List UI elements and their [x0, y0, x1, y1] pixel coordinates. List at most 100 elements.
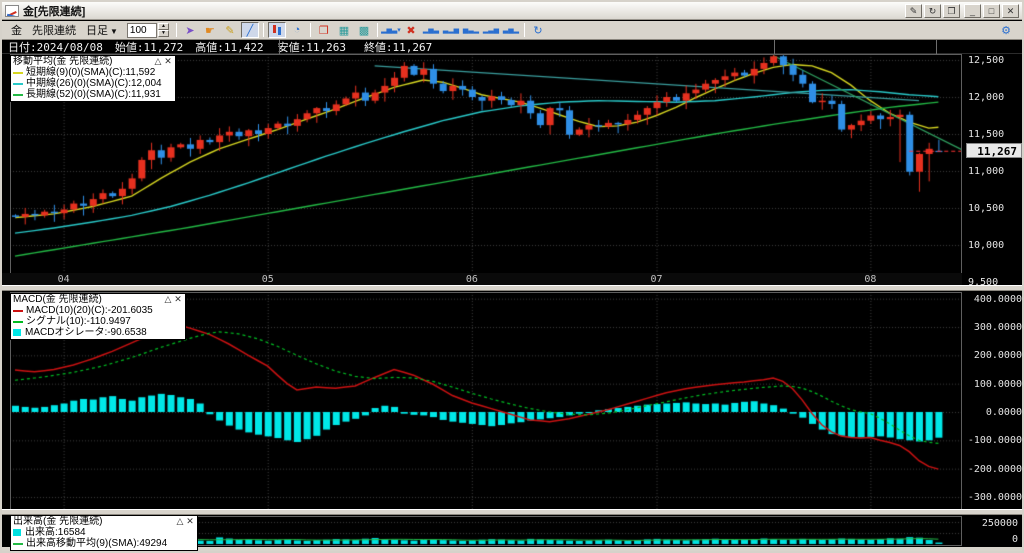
macd-axis-label: 200.0000 — [964, 350, 1022, 361]
info-open: 始値:11,272 — [109, 39, 189, 55]
market-label[interactable]: 先限連続 — [32, 22, 76, 38]
price-axis-label: 11,500 — [968, 129, 1004, 140]
ma-mid-label: 中期線(26)(0)(SMA)(C):12,004 — [26, 78, 162, 89]
toolbar-separator — [377, 23, 378, 37]
indicator-remove-icon[interactable]: ✖ — [402, 22, 420, 38]
legend-row: MACD(10)(20)(C):-201.6035 — [13, 305, 183, 316]
oscillator-swatch — [13, 329, 21, 336]
volume-ma-swatch — [13, 543, 23, 545]
indicator-slot-5-icon[interactable]: ▃▅▂ — [502, 22, 520, 38]
hand-tool-icon[interactable]: ☛ — [201, 22, 219, 38]
period-dropdown[interactable]: 日足▼ — [86, 22, 118, 38]
time-axis-label: 07 — [651, 274, 663, 285]
maximize-button[interactable]: □ — [983, 4, 1000, 18]
last-price-badge: 11,267 — [966, 143, 1022, 158]
legend-close-icon[interactable]: ✕ — [185, 516, 195, 527]
toolbar-separator — [524, 23, 525, 37]
legend-row: シグナル(10):-110.9497 — [13, 316, 183, 327]
macd-legend: MACD(金 先限連続) △ ✕ MACD(10)(20)(C):-201.60… — [10, 293, 186, 340]
pencil-tool-icon[interactable]: ✎ — [221, 22, 239, 38]
legend-close-icon[interactable]: ✕ — [173, 294, 183, 305]
candlestick-tool-icon[interactable] — [268, 22, 286, 38]
macd-line-swatch — [13, 310, 23, 312]
duplicate-window-button[interactable]: ❐ — [943, 4, 960, 18]
volume-ma-label: 出来高移動平均(9)(SMA):49294 — [26, 538, 167, 549]
time-axis-label: 08 — [864, 274, 876, 285]
indicator-slot-1-icon[interactable]: ▂▅▃ — [422, 22, 440, 38]
toolbar-separator — [263, 23, 264, 37]
toolbar-separator — [176, 23, 177, 37]
legend-row: 出来高:16584 — [13, 527, 195, 538]
time-axis-label: 06 — [466, 274, 478, 285]
infobar-divider — [936, 40, 937, 54]
bar-count-input[interactable]: 100 — [127, 23, 157, 38]
volume-axis-label: 0 — [964, 534, 1018, 545]
window-title: 金[先限連続] — [23, 3, 905, 19]
macd-axis-label: 400.0000 — [964, 294, 1022, 305]
panel-splitter[interactable] — [2, 285, 1022, 291]
grid-large-icon[interactable]: ▩ — [355, 22, 373, 38]
legend-minimize-icon[interactable]: △ — [153, 56, 163, 67]
annotate-button[interactable]: ✎ — [905, 4, 922, 18]
close-button[interactable]: ✕ — [1002, 4, 1019, 18]
indicator-slot-2-icon[interactable]: ▃▂▅ — [442, 22, 460, 38]
legend-minimize-icon[interactable]: △ — [163, 294, 173, 305]
titlebar: 金[先限連続] ✎↻❐ _ □ ✕ — [2, 2, 1022, 20]
volume-swatch — [13, 529, 21, 536]
toolbar: 金 先限連続 日足▼ 100 ▲ ▼ ➤☛✎╱ ◔ ❐▦▩ ▂▅▃▾✖▂▅▃▃▂▅▅▃… — [2, 21, 1022, 40]
volume-legend-title: 出来高(金 先限連続) — [13, 516, 175, 527]
price-axis-label: 11,000 — [968, 166, 1004, 177]
price-axis-label: 12,500 — [968, 55, 1004, 66]
spin-up-button[interactable]: ▲ — [158, 23, 169, 30]
indicator-menu-icon[interactable]: ▂▅▃▾ — [382, 22, 400, 38]
info-date: 日付:2024/08/08 — [2, 39, 109, 55]
macd-axis-label: -200.0000 — [964, 464, 1022, 475]
indicator-slot-3-icon[interactable]: ▅▃▂ — [462, 22, 480, 38]
reload-data-icon[interactable]: ↻ — [529, 22, 547, 38]
toolbar-separator — [310, 23, 311, 37]
grid-small-icon[interactable]: ▦ — [335, 22, 353, 38]
legend-close-icon[interactable]: ✕ — [163, 56, 173, 67]
legend-row: 短期線(9)(0)(SMA)(C):11,592 — [13, 67, 173, 78]
signal-line-label: シグナル(10):-110.9497 — [26, 316, 131, 327]
settings-wrench-icon[interactable]: ⚙ — [997, 23, 1015, 39]
ma-short-swatch — [13, 72, 23, 74]
legend-minimize-icon[interactable]: △ — [175, 516, 185, 527]
ohlc-info-bar: 日付:2024/08/08 始値:11,272 高値:11,422 安値:11,… — [2, 40, 1022, 54]
minimize-button[interactable]: _ — [964, 4, 981, 18]
spin-down-button[interactable]: ▼ — [158, 30, 169, 37]
oscillator-label: MACDオシレータ:-90.6538 — [25, 327, 147, 338]
time-axis-label: 05 — [262, 274, 274, 285]
macd-legend-title: MACD(金 先限連続) — [13, 294, 163, 305]
infobar-divider — [774, 40, 775, 54]
macd-axis-label: 300.0000 — [964, 322, 1022, 333]
price-axis-label: 10,500 — [968, 203, 1004, 214]
indicator-slot-4-icon[interactable]: ▂▃▅ — [482, 22, 500, 38]
signal-line-swatch — [13, 321, 23, 323]
reload-window-button[interactable]: ↻ — [924, 4, 941, 18]
info-low: 安値:11,263 — [272, 39, 352, 55]
new-chart-icon[interactable]: ❐ — [315, 22, 333, 38]
chevron-down-icon: ▼ — [110, 27, 118, 36]
volume-label: 出来高:16584 — [25, 527, 86, 538]
x-axis-strip — [2, 273, 962, 285]
volume-legend: 出来高(金 先限連続) △ ✕ 出来高:16584 出来高移動平均(9)(SMA… — [10, 515, 198, 551]
macd-axis-label: 0.0000 — [964, 407, 1022, 418]
infobar-divider — [279, 40, 280, 54]
legend-row: 中期線(26)(0)(SMA)(C):12,004 — [13, 78, 173, 89]
scroll-latest-icon[interactable]: ◔ — [288, 22, 306, 38]
chart-app-icon — [5, 5, 19, 17]
macd-axis-label: -100.0000 — [964, 435, 1022, 446]
symbol-label[interactable]: 金 — [11, 22, 22, 38]
legend-row: 長期線(52)(0)(SMA)(C):11,931 — [13, 89, 173, 100]
ma-legend: 移動平均(金 先限連続) △ ✕ 短期線(9)(0)(SMA)(C):11,59… — [10, 55, 176, 102]
select-tool-icon[interactable]: ➤ — [181, 22, 199, 38]
price-axis-label: 12,000 — [968, 92, 1004, 103]
info-high: 高値:11,422 — [189, 39, 269, 55]
volume-axis-label: 250000 — [964, 518, 1018, 529]
trendline-tool-icon[interactable]: ╱ — [241, 22, 259, 38]
macd-axis-label: -300.0000 — [964, 492, 1022, 503]
macd-line-label: MACD(10)(20)(C):-201.6035 — [26, 305, 153, 316]
ma-legend-title: 移動平均(金 先限連続) — [13, 56, 153, 67]
bar-count-stepper: 100 ▲ ▼ — [127, 23, 169, 38]
